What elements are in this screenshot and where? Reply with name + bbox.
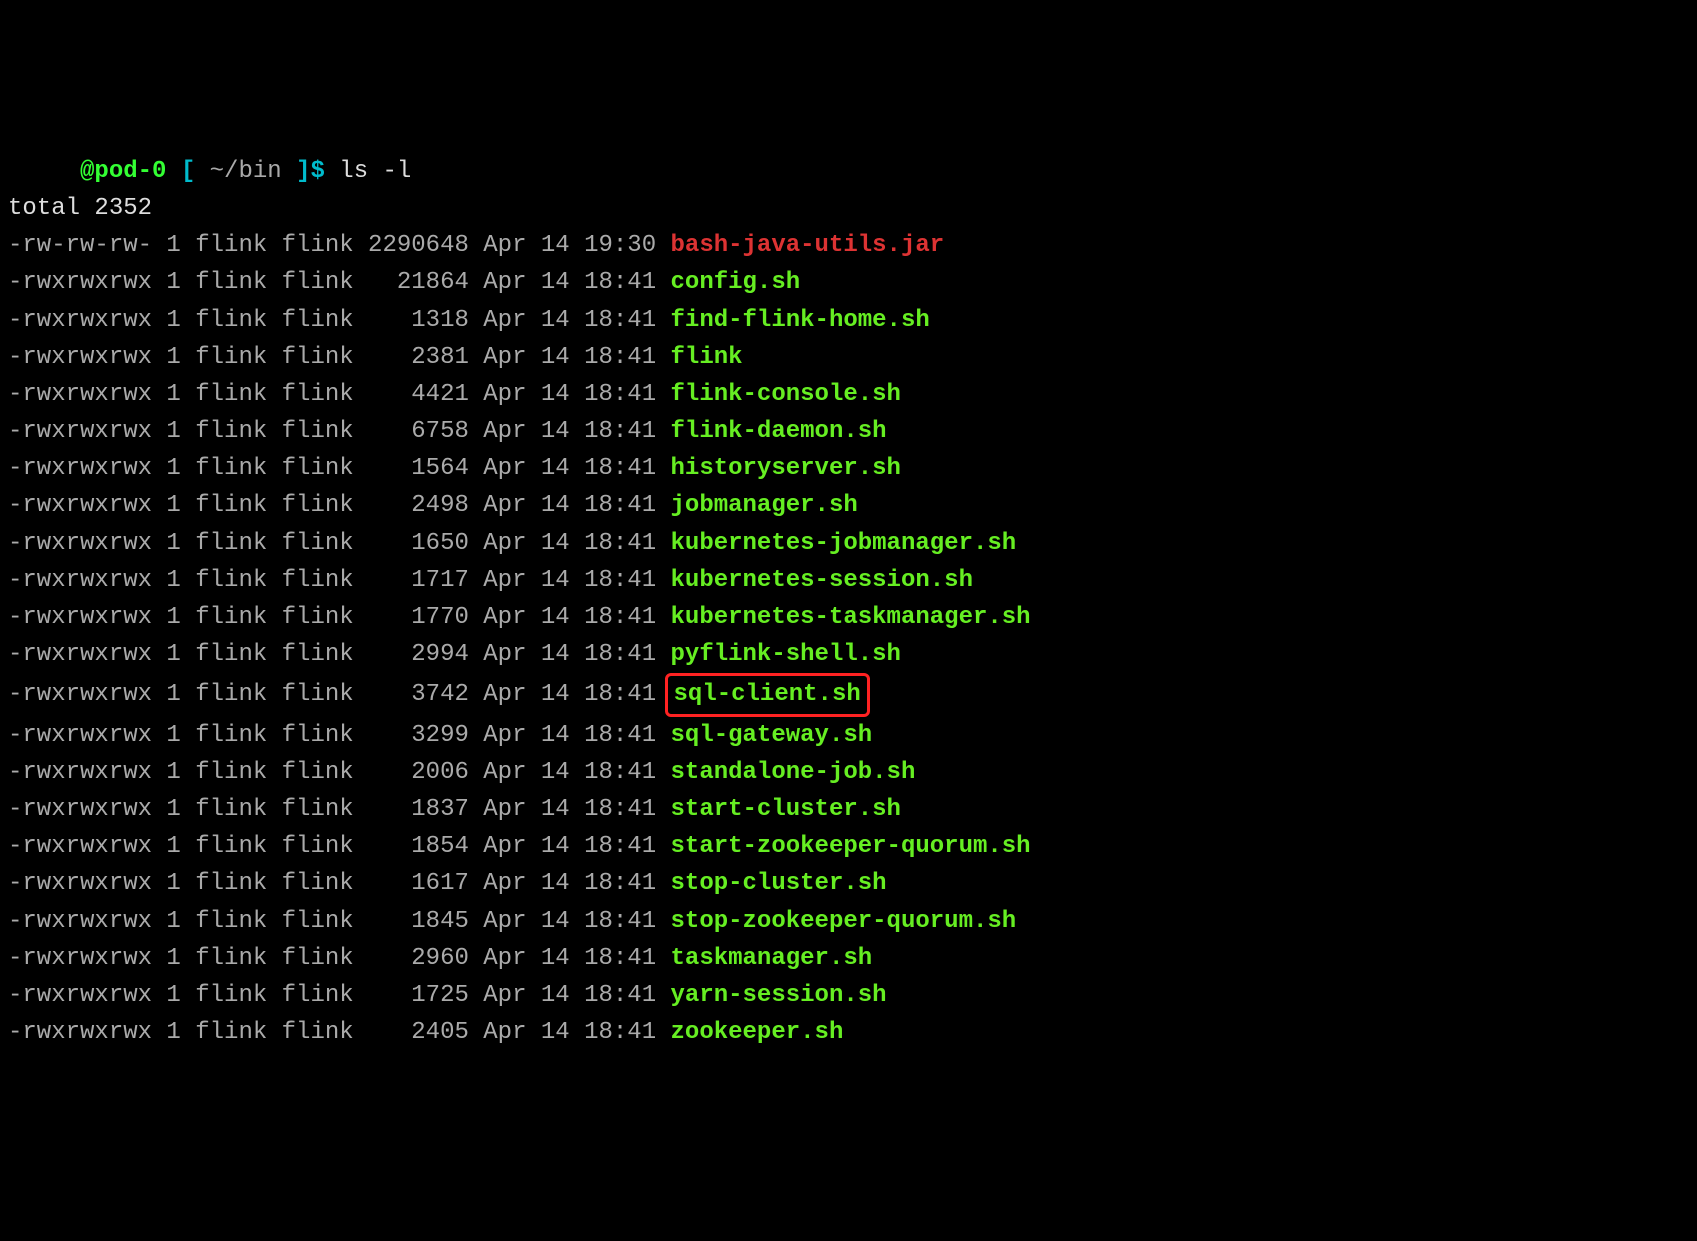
file-row: -rwxrwxrwx 1 flink flink 2006 Apr 14 18:… (8, 754, 1689, 791)
file-name: kubernetes-jobmanager.sh (671, 530, 1017, 557)
file-name: yarn-session.sh (671, 982, 887, 1009)
prompt-dollar: $ (310, 158, 324, 185)
file-name: sql-gateway.sh (671, 722, 873, 749)
file-row: -rwxrwxrwx 1 flink flink 1617 Apr 14 18:… (8, 865, 1689, 902)
file-name: standalone-job.sh (671, 759, 916, 786)
file-metadata: -rwxrwxrwx 1 flink flink 2405 Apr 14 18:… (8, 1019, 671, 1046)
file-metadata: -rwxrwxrwx 1 flink flink 1770 Apr 14 18:… (8, 604, 671, 631)
file-metadata: -rwxrwxrwx 1 flink flink 1837 Apr 14 18:… (8, 796, 671, 823)
file-name: stop-zookeeper-quorum.sh (671, 908, 1017, 935)
prompt-path: ~/bin (210, 158, 282, 185)
file-metadata: -rwxrwxrwx 1 flink flink 1717 Apr 14 18:… (8, 567, 671, 594)
prompt-host: @pod-0 (80, 158, 166, 185)
file-metadata: -rwxrwxrwx 1 flink flink 1854 Apr 14 18:… (8, 833, 671, 860)
file-name: kubernetes-session.sh (671, 567, 973, 594)
file-metadata: -rwxrwxrwx 1 flink flink 1318 Apr 14 18:… (8, 307, 671, 334)
file-row: -rwxrwxrwx 1 flink flink 2960 Apr 14 18:… (8, 940, 1689, 977)
file-row: -rwxrwxrwx 1 flink flink 2498 Apr 14 18:… (8, 487, 1689, 524)
file-row: -rwxrwxrwx 1 flink flink 1845 Apr 14 18:… (8, 903, 1689, 940)
file-name: taskmanager.sh (671, 945, 873, 972)
file-row: -rwxrwxrwx 1 flink flink 1650 Apr 14 18:… (8, 525, 1689, 562)
file-name: kubernetes-taskmanager.sh (671, 604, 1031, 631)
file-metadata: -rwxrwxrwx 1 flink flink 2960 Apr 14 18:… (8, 945, 671, 972)
file-name: bash-java-utils.jar (671, 232, 945, 259)
file-name: flink (671, 344, 743, 371)
file-row: -rwxrwxrwx 1 flink flink 1717 Apr 14 18:… (8, 562, 1689, 599)
file-metadata: -rwxrwxrwx 1 flink flink 1725 Apr 14 18:… (8, 982, 671, 1009)
file-metadata: -rw-rw-rw- 1 flink flink 2290648 Apr 14 … (8, 232, 671, 259)
file-row: -rwxrwxrwx 1 flink flink 3299 Apr 14 18:… (8, 717, 1689, 754)
file-name: config.sh (671, 269, 801, 296)
total-line: total 2352 (8, 190, 1689, 227)
prompt-lbracket: [ (181, 158, 195, 185)
file-name: find-flink-home.sh (671, 307, 930, 334)
file-row: -rwxrwxrwx 1 flink flink 21864 Apr 14 18… (8, 264, 1689, 301)
file-row: -rwxrwxrwx 1 flink flink 4421 Apr 14 18:… (8, 376, 1689, 413)
file-row: -rwxrwxrwx 1 flink flink 2405 Apr 14 18:… (8, 1014, 1689, 1051)
file-row: -rwxrwxrwx 1 flink flink 1837 Apr 14 18:… (8, 791, 1689, 828)
terminal-output[interactable]: @pod-0 [ ~/bin ]$ ls -ltotal 2352-rw-rw-… (8, 153, 1689, 1052)
file-metadata: -rwxrwxrwx 1 flink flink 1564 Apr 14 18:… (8, 455, 671, 482)
file-row: -rwxrwxrwx 1 flink flink 1854 Apr 14 18:… (8, 828, 1689, 865)
file-name: jobmanager.sh (671, 492, 858, 519)
file-metadata: -rwxrwxrwx 1 flink flink 21864 Apr 14 18… (8, 269, 671, 296)
file-row: -rwxrwxrwx 1 flink flink 3742 Apr 14 18:… (8, 673, 1689, 716)
file-metadata: -rwxrwxrwx 1 flink flink 1650 Apr 14 18:… (8, 530, 671, 557)
file-metadata: -rwxrwxrwx 1 flink flink 4421 Apr 14 18:… (8, 381, 671, 408)
file-metadata: -rwxrwxrwx 1 flink flink 1617 Apr 14 18:… (8, 870, 671, 897)
file-name: zookeeper.sh (671, 1019, 844, 1046)
file-listing: -rw-rw-rw- 1 flink flink 2290648 Apr 14 … (8, 227, 1689, 1051)
file-name: flink-daemon.sh (671, 418, 887, 445)
file-metadata: -rwxrwxrwx 1 flink flink 2381 Apr 14 18:… (8, 344, 671, 371)
file-name: pyflink-shell.sh (671, 641, 901, 668)
file-row: -rw-rw-rw- 1 flink flink 2290648 Apr 14 … (8, 227, 1689, 264)
command-text: ls -l (339, 158, 411, 185)
file-metadata: -rwxrwxrwx 1 flink flink 6758 Apr 14 18:… (8, 418, 671, 445)
file-metadata: -rwxrwxrwx 1 flink flink 2498 Apr 14 18:… (8, 492, 671, 519)
file-row: -rwxrwxrwx 1 flink flink 1318 Apr 14 18:… (8, 302, 1689, 339)
file-metadata: -rwxrwxrwx 1 flink flink 2006 Apr 14 18:… (8, 759, 671, 786)
prompt-line: @pod-0 [ ~/bin ]$ ls -l (8, 153, 1689, 190)
file-metadata: -rwxrwxrwx 1 flink flink 3299 Apr 14 18:… (8, 722, 671, 749)
highlight-box: sql-client.sh (665, 673, 870, 716)
file-name: historyserver.sh (671, 455, 901, 482)
file-name: start-cluster.sh (671, 796, 901, 823)
file-name: start-zookeeper-quorum.sh (671, 833, 1031, 860)
file-row: -rwxrwxrwx 1 flink flink 1725 Apr 14 18:… (8, 977, 1689, 1014)
file-metadata: -rwxrwxrwx 1 flink flink 3742 Apr 14 18:… (8, 681, 671, 708)
file-row: -rwxrwxrwx 1 flink flink 2381 Apr 14 18:… (8, 339, 1689, 376)
file-row: -rwxrwxrwx 1 flink flink 2994 Apr 14 18:… (8, 636, 1689, 673)
file-row: -rwxrwxrwx 1 flink flink 6758 Apr 14 18:… (8, 413, 1689, 450)
file-metadata: -rwxrwxrwx 1 flink flink 1845 Apr 14 18:… (8, 908, 671, 935)
file-name: flink-console.sh (671, 381, 901, 408)
file-row: -rwxrwxrwx 1 flink flink 1770 Apr 14 18:… (8, 599, 1689, 636)
file-metadata: -rwxrwxrwx 1 flink flink 2994 Apr 14 18:… (8, 641, 671, 668)
prompt-rbracket: ] (296, 158, 310, 185)
file-name: sql-client.sh (674, 681, 861, 708)
file-name: stop-cluster.sh (671, 870, 887, 897)
file-row: -rwxrwxrwx 1 flink flink 1564 Apr 14 18:… (8, 450, 1689, 487)
